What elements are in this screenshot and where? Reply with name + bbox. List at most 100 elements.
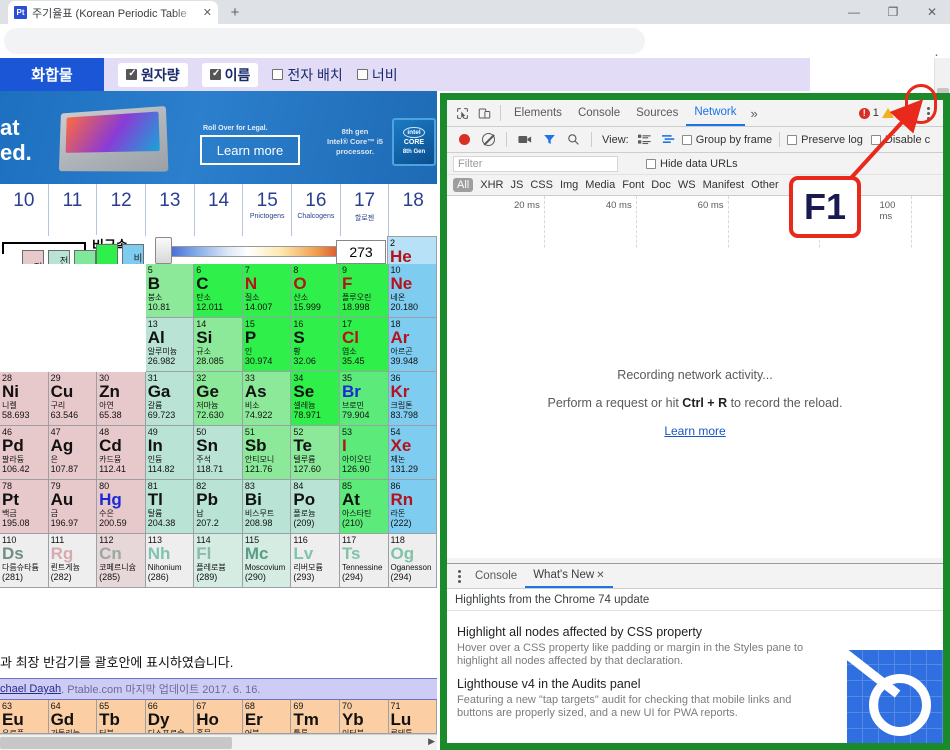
drawer-menu-kebab-icon[interactable]: [451, 569, 467, 583]
type-filter-media[interactable]: Media: [585, 179, 615, 191]
element-cell-c[interactable]: 6 C 탄소 12.011: [194, 264, 243, 318]
element-cell-o[interactable]: 8 O 산소 15.999: [291, 264, 340, 318]
element-cell-i[interactable]: 53 I 아이오딘 126.90: [339, 426, 389, 480]
element-cell-ho[interactable]: 67Ho홀뮴164.93: [194, 700, 243, 734]
inspect-element-icon[interactable]: [451, 102, 473, 124]
hide-data-urls-option[interactable]: Hide data URLs: [646, 158, 738, 170]
group-by-frame-option[interactable]: Group by frame: [681, 134, 772, 146]
display-option-2[interactable]: 전자 배치: [272, 65, 343, 85]
element-cell-pt[interactable]: 78 Pt 백금 195.08: [0, 480, 49, 534]
element-cell-lv[interactable]: 116 Lv 리버모륨 (293): [291, 534, 340, 588]
element-cell-ds[interactable]: 110 Ds 다름슈타튬 (281): [0, 534, 49, 588]
more-tabs-icon[interactable]: »: [745, 106, 764, 121]
new-tab-button[interactable]: +: [224, 3, 246, 23]
address-bar[interactable]: [4, 28, 645, 54]
ad-learn-more-button[interactable]: Learn more: [200, 135, 300, 165]
group-header-14[interactable]: 14: [193, 184, 243, 236]
element-cell-mc[interactable]: 115 Mc Moscovium (290): [242, 534, 292, 588]
element-cell-ts[interactable]: 117 Ts Tennessine (294): [339, 534, 389, 588]
group-header-18[interactable]: 18: [388, 184, 437, 236]
element-cell-in[interactable]: 49 In 인듐 114.82: [145, 426, 195, 480]
element-cell-xe[interactable]: 54 Xe 제논 131.29: [388, 426, 438, 480]
element-cell-pd[interactable]: 46 Pd 팔라듐 106.42: [0, 426, 49, 480]
element-cell-eu[interactable]: 63Eu유로퓸151.96: [0, 700, 49, 734]
list-view-icon[interactable]: [634, 129, 656, 151]
element-cell-as[interactable]: 33 As 비소 74.922: [242, 372, 292, 426]
group-header-10[interactable]: 10: [0, 184, 48, 236]
group-header-11[interactable]: 11: [47, 184, 97, 236]
hide-data-urls-checkbox[interactable]: [646, 158, 656, 169]
search-icon[interactable]: [562, 129, 584, 151]
type-filter-doc[interactable]: Doc: [651, 179, 671, 191]
element-cell-ga[interactable]: 31 Ga 갈륨 69.723: [145, 372, 195, 426]
checkbox[interactable]: [272, 69, 284, 80]
element-cell-p[interactable]: 15 P 인 30.974: [242, 318, 292, 372]
hscroll-right-arrow[interactable]: ▶: [428, 736, 435, 747]
filter-funnel-icon[interactable]: [538, 129, 560, 151]
element-cell-ge[interactable]: 32 Ge 저마늄 72.630: [194, 372, 243, 426]
group-header-13[interactable]: 13: [145, 184, 194, 236]
advertisement-banner[interactable]: at ed. Roll Over for Legal. Learn more 8t…: [0, 91, 437, 184]
devtools-tab-elements[interactable]: Elements: [506, 102, 570, 125]
element-cell-yb[interactable]: 70Yb이터븀173.05: [339, 700, 389, 734]
type-filter-css[interactable]: CSS: [530, 179, 553, 191]
element-cell-zn[interactable]: 30 Zn 아연 65.38: [97, 372, 146, 426]
element-cell-ar[interactable]: 18 Ar 아르곤 39.948: [388, 318, 438, 372]
type-filter-xhr[interactable]: XHR: [480, 179, 503, 191]
type-filter-img[interactable]: Img: [560, 179, 578, 191]
element-cell-rn[interactable]: 86 Rn 라돈 (222): [388, 480, 438, 534]
devtools-tab-network[interactable]: Network: [686, 101, 745, 126]
element-cell-rg[interactable]: 111 Rg 뢴트게늄 (282): [48, 534, 98, 588]
display-option-0[interactable]: 원자량: [118, 62, 188, 87]
element-cell-se[interactable]: 34 Se 셀레늄 78.971: [291, 372, 340, 426]
element-cell-lu[interactable]: 71Lu루테튬174.97: [388, 700, 438, 734]
element-cell-kr[interactable]: 36 Kr 크립톤 83.798: [388, 372, 438, 426]
element-cell-at[interactable]: 85 At 아스타틴 (210): [339, 480, 389, 534]
display-option-1[interactable]: 이름: [201, 62, 259, 87]
element-cell-er[interactable]: 68Er어븀167.26: [242, 700, 292, 734]
type-filter-all[interactable]: All: [453, 178, 474, 192]
capture-screenshots-icon[interactable]: [514, 129, 536, 151]
group-header-17[interactable]: 17 할로젠: [339, 184, 389, 236]
tab-close-icon[interactable]: ✕: [203, 6, 212, 19]
element-cell-sb[interactable]: 51 Sb 안티모니 121.76: [242, 426, 292, 480]
group-header-15[interactable]: 15 Pnictogens: [242, 184, 291, 236]
element-cell-ne[interactable]: 10 Ne 네온 20.180: [388, 264, 438, 318]
element-cell-s[interactable]: 16 S 황 32.06: [291, 318, 340, 372]
hscroll-thumb[interactable]: [0, 737, 232, 749]
element-cell-n[interactable]: 7 N 질소 14.007: [242, 264, 292, 318]
devtools-tab-sources[interactable]: Sources: [628, 102, 686, 125]
type-filter-js[interactable]: JS: [510, 179, 523, 191]
temperature-value[interactable]: 273: [336, 240, 386, 264]
temperature-slider-knob[interactable]: [155, 237, 172, 264]
type-filter-font[interactable]: Font: [622, 179, 644, 191]
type-filter-manifest[interactable]: Manifest: [703, 179, 745, 191]
element-cell-f[interactable]: 9 F 플루오린 18.998: [339, 264, 389, 318]
display-option-3[interactable]: 너비: [356, 65, 398, 85]
browser-tab-active[interactable]: Pt 주기율표 (Korean Periodic Table ✕: [8, 1, 218, 24]
element-cell-cl[interactable]: 17 Cl 염소 35.45: [339, 318, 389, 372]
window-close-button[interactable]: ✕: [914, 0, 950, 24]
tab-compound[interactable]: 화합물: [0, 58, 104, 91]
element-cell-cu[interactable]: 29 Cu 구리 63.546: [48, 372, 98, 426]
element-cell-au[interactable]: 79 Au 금 196.97: [48, 480, 98, 534]
waterfall-view-icon[interactable]: [658, 129, 680, 151]
author-link[interactable]: chael Dayah: [0, 683, 61, 695]
element-cell-ni[interactable]: 28 Ni 니켈 58.693: [0, 372, 49, 426]
element-cell-si[interactable]: 14 Si 규소 28.085: [194, 318, 243, 372]
element-cell-cd[interactable]: 48 Cd 카드뮴 112.41: [97, 426, 146, 480]
element-cell-br[interactable]: 35 Br 브로민 79.904: [339, 372, 389, 426]
group-header-12[interactable]: 12: [96, 184, 145, 236]
element-cell-sn[interactable]: 50 Sn 주석 118.71: [194, 426, 243, 480]
drawer-tab-console[interactable]: Console: [467, 566, 525, 587]
checkbox[interactable]: [356, 69, 368, 80]
checkbox[interactable]: [209, 67, 222, 80]
element-cell-nh[interactable]: 113 Nh Nihonium (286): [145, 534, 195, 588]
device-toolbar-icon[interactable]: [473, 102, 495, 124]
clear-button[interactable]: [477, 129, 499, 151]
element-cell-fl[interactable]: 114 Fl 플레로븀 (289): [194, 534, 243, 588]
element-cell-al[interactable]: 13 Al 알루미늄 26.982: [145, 318, 195, 372]
temperature-slider-track[interactable]: [160, 246, 355, 257]
type-filter-other[interactable]: Other: [751, 179, 779, 191]
element-cell-po[interactable]: 84 Po 폴로늄 (209): [291, 480, 340, 534]
